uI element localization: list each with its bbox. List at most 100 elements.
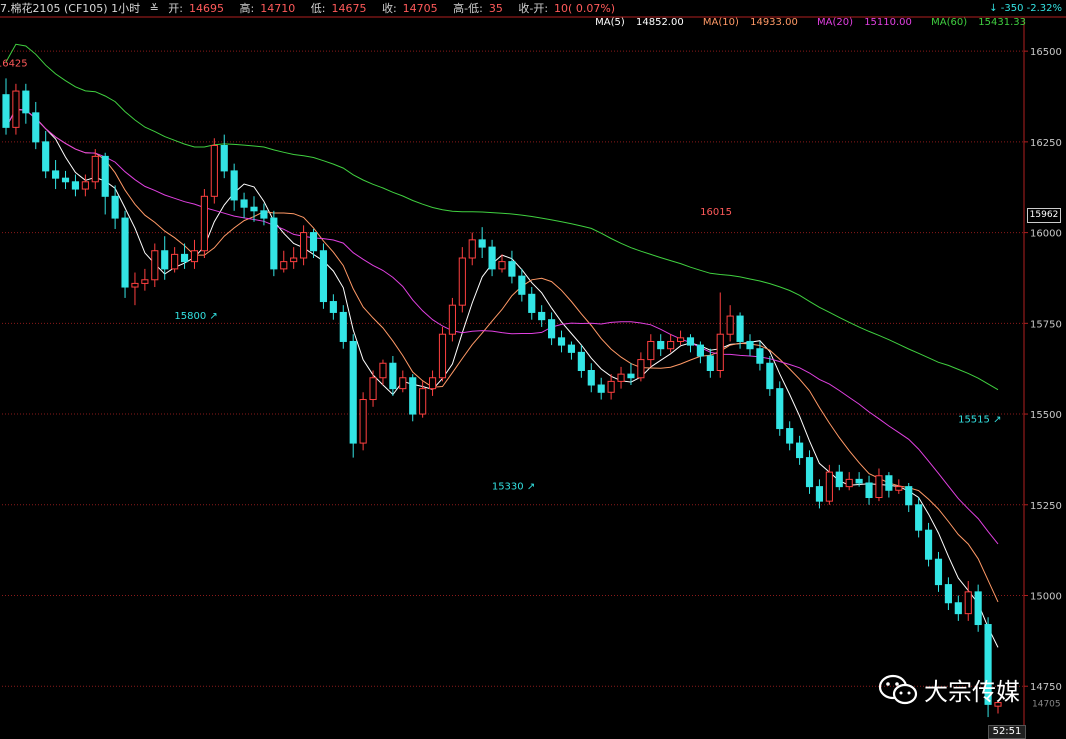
candle-body xyxy=(22,90,30,114)
candle-body xyxy=(905,486,913,506)
candle-body xyxy=(458,257,466,306)
candle-body xyxy=(895,486,903,491)
open-value: 14695 xyxy=(189,2,225,15)
candle-body xyxy=(835,471,843,488)
high-label: 高: xyxy=(239,2,255,15)
candle-body xyxy=(577,351,585,371)
candle-body xyxy=(607,380,615,393)
range-value: 35 xyxy=(488,2,503,15)
close-value: 14705 xyxy=(402,2,438,15)
candle-body xyxy=(964,591,972,615)
ma5-value: 14852.00 xyxy=(636,17,684,28)
price-annotations: 1642515800 ↗15330 ↗1601515515 ↗158351466… xyxy=(0,58,1001,493)
price-annotation: 15800 ↗ xyxy=(174,311,217,322)
y-tick-label: 14750 xyxy=(1030,682,1062,693)
candle-body xyxy=(260,210,268,219)
candle-body xyxy=(518,275,526,295)
candle-body xyxy=(2,94,10,128)
price-annotation: 15330 ↗ xyxy=(492,482,535,493)
ma60-label: MA(60) xyxy=(931,17,968,28)
candle-body xyxy=(726,315,734,335)
watermark: 大宗传媒 xyxy=(878,672,1020,707)
candle-body xyxy=(548,319,556,339)
ma60-value: 15431.33 xyxy=(978,17,1026,28)
ma10-label: MA(10) xyxy=(702,17,739,28)
candle-body xyxy=(42,141,50,172)
candle-body xyxy=(220,145,228,172)
candle-body xyxy=(676,337,685,342)
candle-body xyxy=(91,155,99,183)
candle-body xyxy=(865,482,873,499)
candle-body xyxy=(309,232,318,252)
change-label: 收-开: xyxy=(518,2,549,15)
candle-body xyxy=(151,250,159,281)
candle-body xyxy=(190,250,199,263)
candle-body xyxy=(776,388,784,430)
candle-body xyxy=(647,340,655,361)
candle-body xyxy=(270,217,278,270)
candle-body xyxy=(409,377,417,415)
candle-body xyxy=(448,304,456,335)
candlestick-chart: 1642515800 ↗15330 ↗1601515515 ↗158351466… xyxy=(0,16,1066,738)
last-price-marker: 15962 xyxy=(1027,208,1061,223)
candle-body xyxy=(498,261,506,270)
candle-body xyxy=(627,373,635,379)
candle-body xyxy=(111,195,119,219)
candle-body xyxy=(756,348,764,364)
candle-body xyxy=(399,377,407,390)
candle-body xyxy=(667,340,675,350)
y-tick-label: 15500 xyxy=(1030,410,1062,421)
candle-body xyxy=(488,246,496,270)
candle-body xyxy=(379,362,387,379)
candle-body xyxy=(319,250,328,303)
candle-body xyxy=(290,257,298,263)
low-label: 低: xyxy=(310,2,326,15)
ma60-line xyxy=(5,43,999,391)
daily-change-stat: ↓ -350 -2.32% xyxy=(989,3,1062,14)
instrument-title[interactable]: 7.棉花2105 (CF105) 1小时 xyxy=(0,2,140,15)
candle-body xyxy=(686,337,695,346)
open-label: 开: xyxy=(168,2,184,15)
price-annotation: 15515 ↗ xyxy=(958,415,1001,426)
period-dropdown-icon[interactable]: ≚ xyxy=(150,2,159,15)
y-tick-label: 15000 xyxy=(1030,592,1062,603)
candle-body xyxy=(786,428,794,444)
candle-body xyxy=(468,239,476,259)
candle-body xyxy=(617,373,625,382)
candle-body xyxy=(101,155,109,197)
ma20-legend: MA(20) 15110.00 xyxy=(809,17,912,28)
candle-body xyxy=(280,261,288,270)
time-countdown: 52:51 xyxy=(988,725,1026,739)
candle-body xyxy=(200,195,208,252)
candle-body xyxy=(32,112,40,143)
candle-body xyxy=(796,442,804,459)
candle-body xyxy=(924,529,933,560)
change-value: 10( 0.07%) xyxy=(554,2,616,15)
candle-body xyxy=(736,315,744,342)
high-value: 14710 xyxy=(260,2,296,15)
price-grid xyxy=(0,16,1066,738)
candle-body xyxy=(825,471,833,502)
candle-body xyxy=(12,90,20,128)
candle-body xyxy=(805,457,814,488)
candles xyxy=(2,78,1002,718)
candle-body xyxy=(557,337,566,346)
candle-body xyxy=(250,206,258,212)
ma5-legend: MA(5) 14852.00 xyxy=(587,17,684,28)
candle-body xyxy=(349,340,357,444)
candle-body xyxy=(141,279,149,284)
y-tick-label: 16250 xyxy=(1030,138,1062,149)
ma60-legend: MA(60) 15431.33 xyxy=(923,17,1026,28)
candle-body xyxy=(855,478,863,484)
candle-body xyxy=(419,388,427,415)
moving-average-lines xyxy=(5,43,999,648)
ma20-value: 15110.00 xyxy=(864,17,912,28)
candle-body xyxy=(171,253,179,270)
candle-body xyxy=(597,384,605,393)
candle-body xyxy=(71,181,80,190)
candle-body xyxy=(528,293,536,313)
ma10-value: 14933.00 xyxy=(750,17,798,28)
ma5-label: MA(5) xyxy=(595,17,625,28)
wechat-icon xyxy=(878,674,918,704)
candle-body xyxy=(538,311,546,321)
